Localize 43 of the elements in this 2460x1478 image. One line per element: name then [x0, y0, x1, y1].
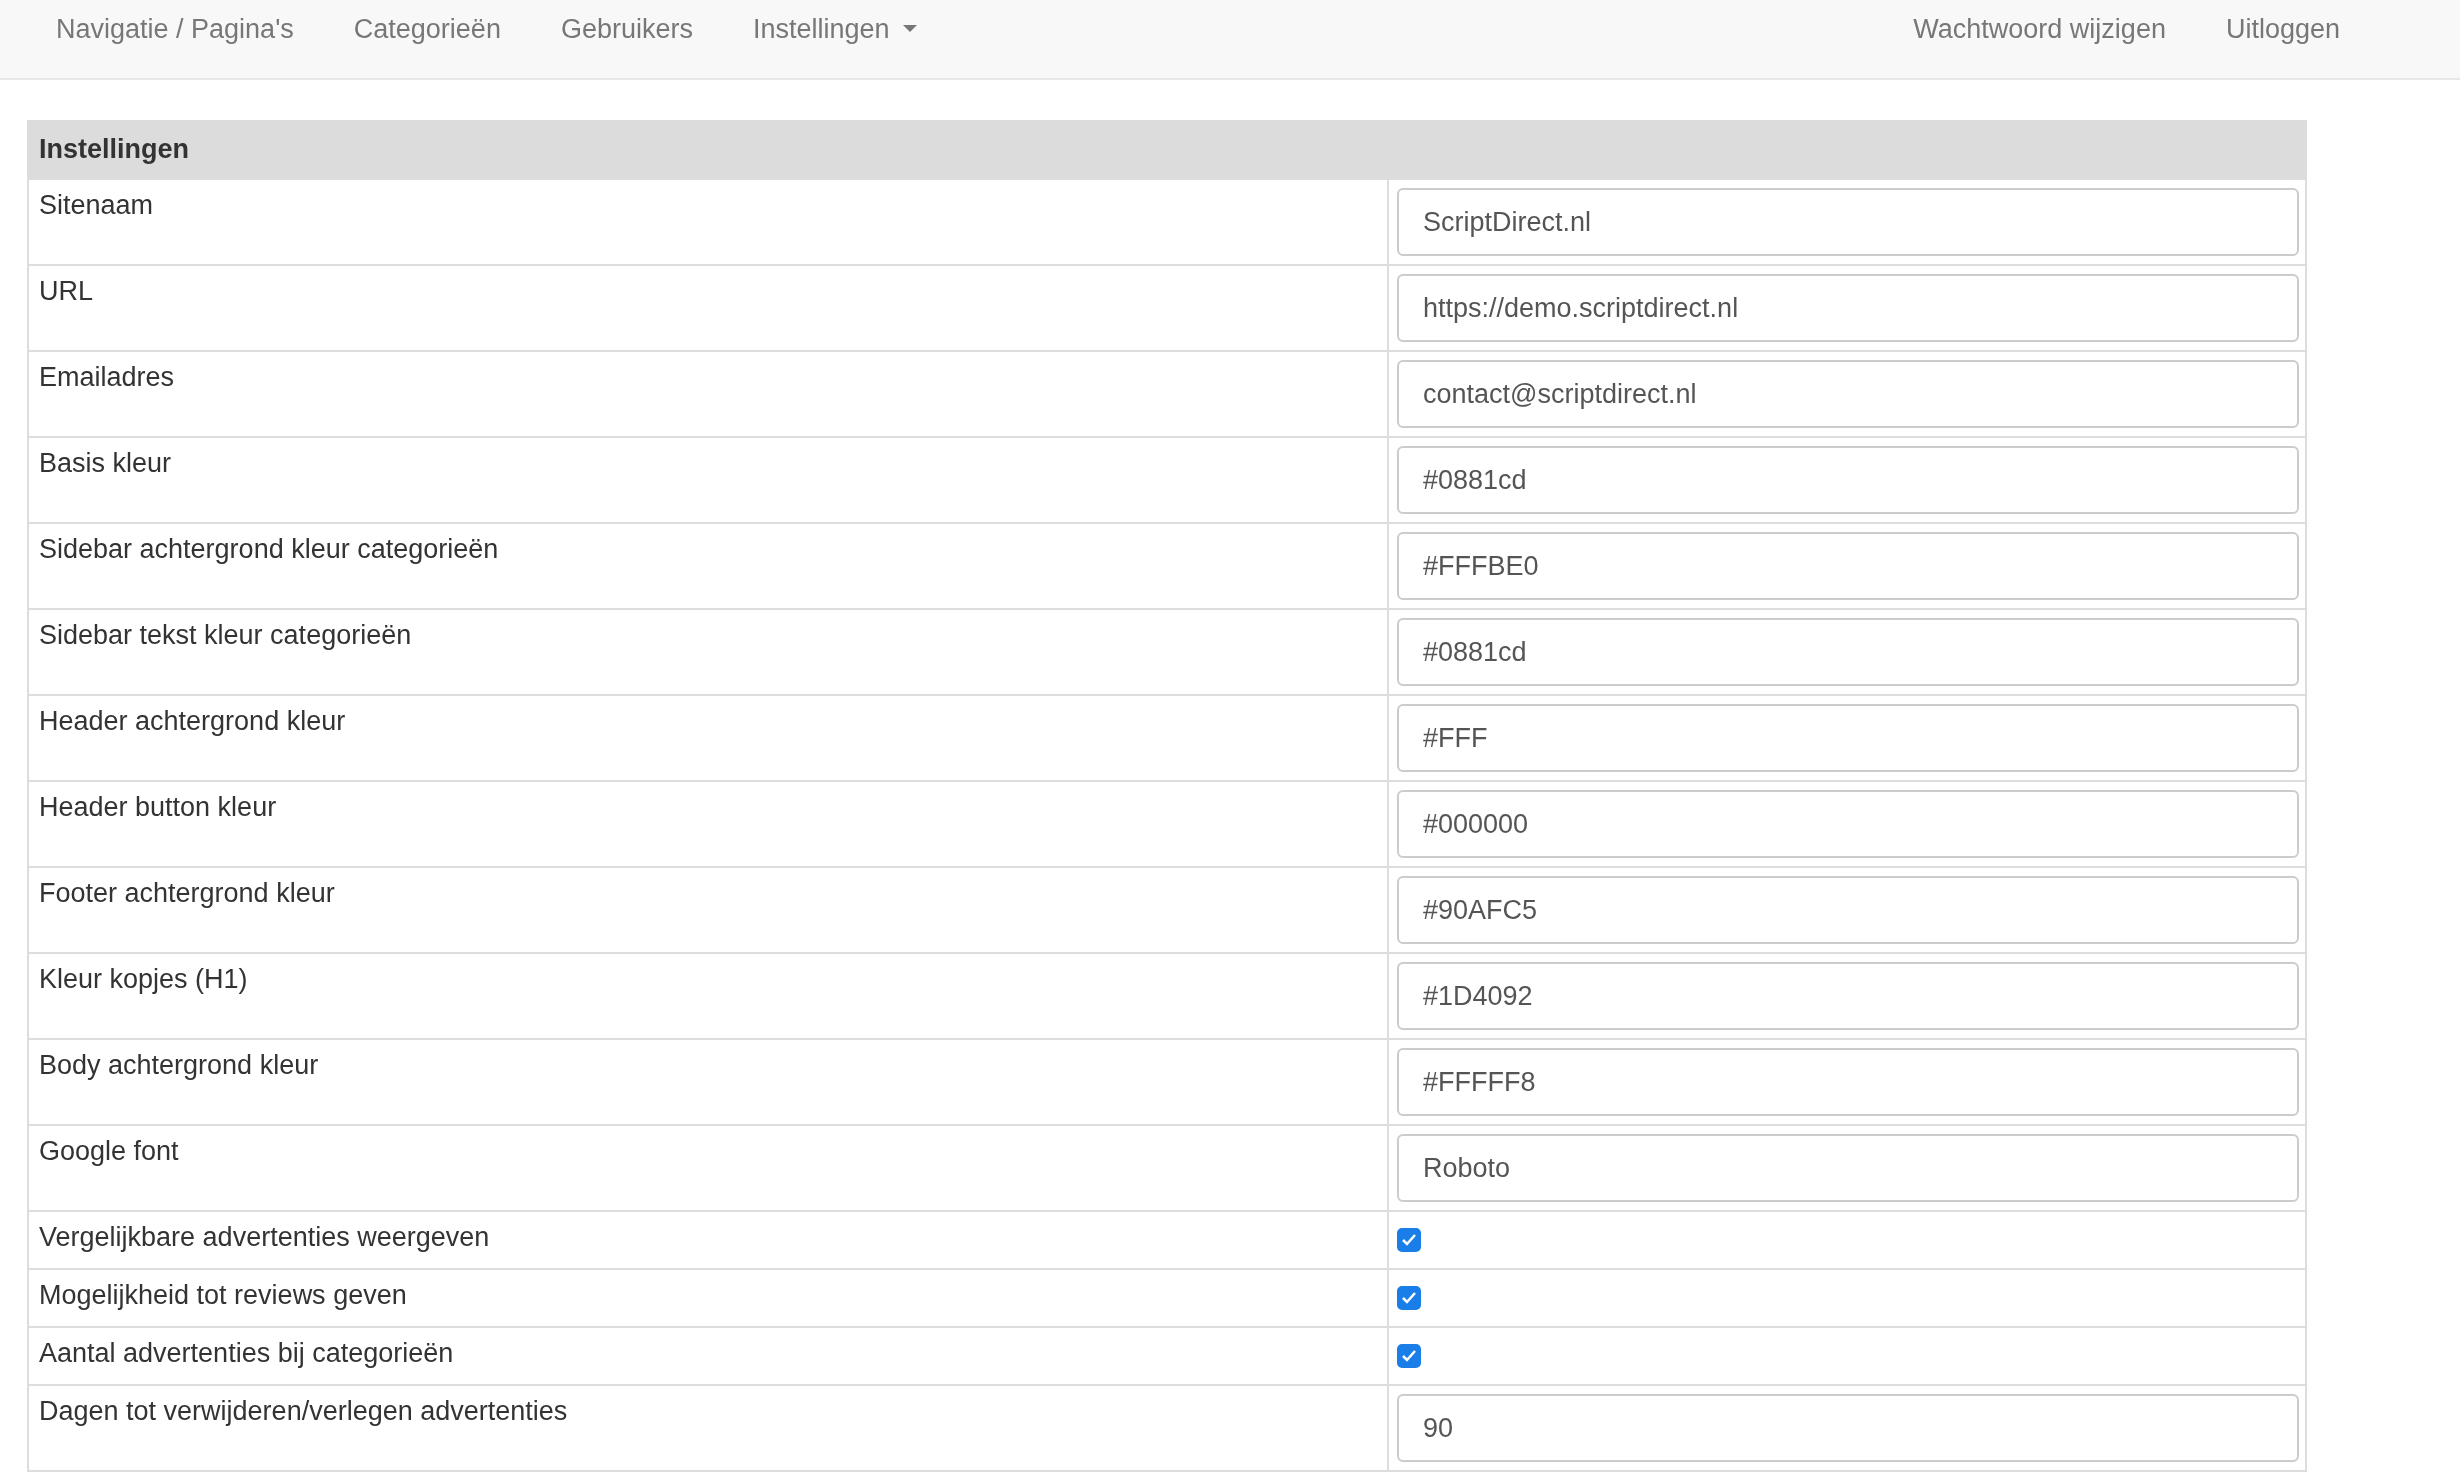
input-field[interactable]: https://demo.scriptdirect.nl: [1397, 274, 2299, 342]
setting-label: Emailadres: [29, 352, 1389, 436]
checkmark-icon: [1401, 1233, 1417, 1247]
checkmark-icon: [1401, 1349, 1417, 1363]
setting-label: Sidebar tekst kleur categorieën: [29, 610, 1389, 694]
setting-label: Basis kleur: [29, 438, 1389, 522]
caret-icon: [901, 24, 918, 34]
setting-label: Header achtergrond kleur: [29, 696, 1389, 780]
input-field[interactable]: #FFFFF8: [1397, 1048, 2299, 1116]
checkmark-icon: [1401, 1291, 1417, 1305]
nav-link[interactable]: Gebruikers: [530, 0, 723, 46]
input-field[interactable]: #000000: [1397, 790, 2299, 858]
setting-label: Header button kleur: [29, 782, 1389, 866]
setting-label: Vergelijkbare advertenties weergeven: [29, 1212, 1389, 1268]
input-field[interactable]: contact@scriptdirect.nl: [1397, 360, 2299, 428]
input-field[interactable]: #90AFC5: [1397, 876, 2299, 944]
nav-link[interactable]: Categorieën: [323, 0, 531, 46]
setting-label: Kleur kopjes (H1): [29, 954, 1389, 1038]
input-field[interactable]: #FFF: [1397, 704, 2299, 772]
setting-label: Dagen tot verwijderen/verlegen advertenties: [29, 1386, 1389, 1470]
setting-label: Sidebar achtergrond kleur categorieën: [29, 524, 1389, 608]
setting-label: Google font: [29, 1126, 1389, 1210]
nav-link[interactable]: Instellingen: [722, 0, 948, 46]
input-field[interactable]: Roboto: [1397, 1134, 2299, 1202]
setting-label: Footer achtergrond kleur: [29, 868, 1389, 952]
setting-label: Body achtergrond kleur: [29, 1040, 1389, 1124]
setting-label: URL: [29, 266, 1389, 350]
nav-link[interactable]: Uitloggen: [2195, 0, 2370, 46]
nav-link[interactable]: Navigatie / Pagina's: [26, 0, 324, 46]
checkbox[interactable]: [1397, 1228, 1421, 1252]
setting-label: Aantal advertenties bij categorieën: [29, 1328, 1389, 1384]
setting-label: Mogelijkheid tot reviews geven: [29, 1270, 1389, 1326]
input-field[interactable]: 90: [1397, 1394, 2299, 1462]
setting-label: Sitenaam: [29, 180, 1389, 264]
checkbox[interactable]: [1397, 1344, 1421, 1368]
input-field[interactable]: #0881cd: [1397, 618, 2299, 686]
table-title: Instellingen: [39, 133, 190, 165]
checkbox[interactable]: [1397, 1286, 1421, 1310]
input-field[interactable]: #0881cd: [1397, 446, 2299, 514]
input-field[interactable]: ScriptDirect.nl: [1397, 188, 2299, 256]
input-field[interactable]: #1D4092: [1397, 962, 2299, 1030]
nav-link[interactable]: Wachtwoord wijzigen: [1883, 0, 2196, 46]
input-field[interactable]: #FFFBE0: [1397, 532, 2299, 600]
